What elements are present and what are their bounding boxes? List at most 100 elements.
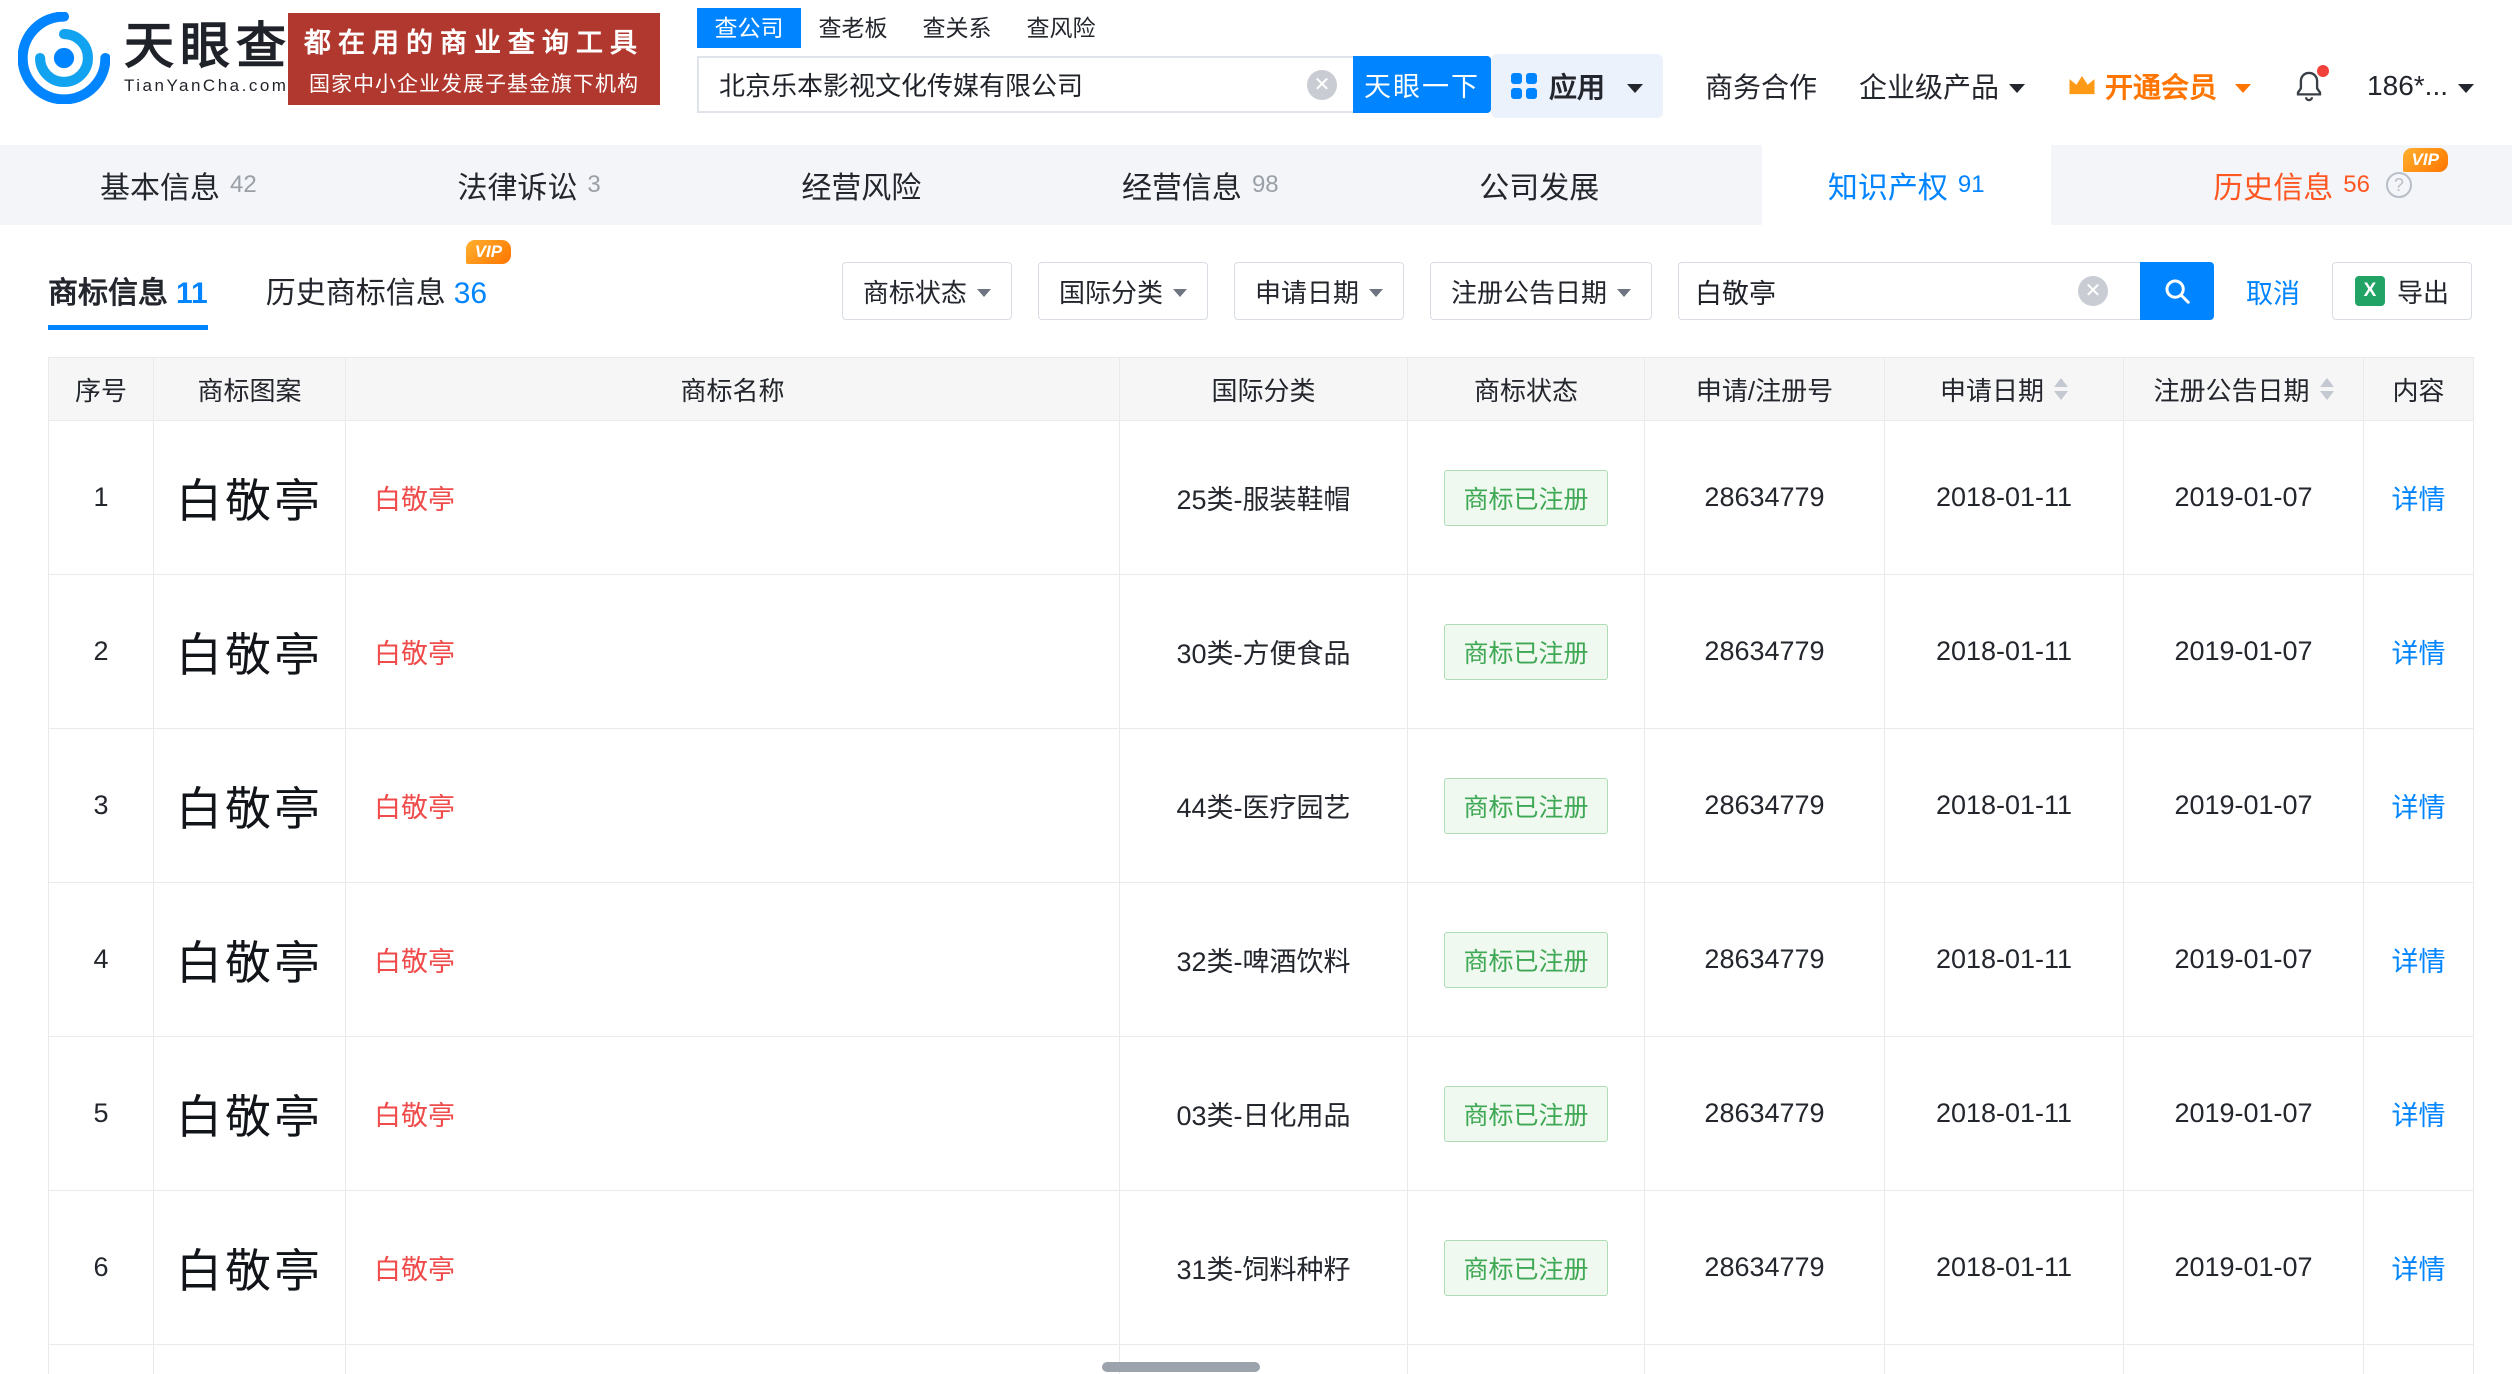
trademark-image[interactable]: 白敬亭 bbox=[154, 421, 346, 575]
nav-tab-label: 经营信息 bbox=[1121, 172, 1242, 205]
status-badge: 商标已注册 bbox=[1444, 777, 1608, 834]
trademark-name: 白敬亭 bbox=[346, 883, 1120, 1037]
apps-button[interactable]: 应用 bbox=[1490, 54, 1663, 118]
announce-date: 2019-01-07 bbox=[2124, 575, 2364, 729]
detail-cell: 详情 bbox=[2364, 1191, 2473, 1345]
detail-link[interactable]: 详情 bbox=[2392, 1094, 2446, 1133]
search-tab-company[interactable]: 查公司 bbox=[697, 8, 801, 48]
trademark-search-button[interactable] bbox=[2139, 262, 2214, 320]
vip-badge: VIP bbox=[465, 240, 512, 265]
sort-icon[interactable] bbox=[2319, 378, 2334, 400]
search-tab-relation[interactable]: 查关系 bbox=[905, 8, 1009, 48]
detail-cell bbox=[2364, 1345, 2473, 1374]
row-index: 2 bbox=[49, 575, 154, 729]
detail-cell: 详情 bbox=[2364, 883, 2473, 1037]
trademark-image[interactable]: 白敬亭 bbox=[154, 575, 346, 729]
search-tab-risk[interactable]: 查风险 bbox=[1009, 8, 1113, 48]
caret-down-icon bbox=[1627, 83, 1643, 93]
sub-tab-trademark-info[interactable]: 商标信息 11 bbox=[48, 252, 208, 330]
nav-tab-operating-risk[interactable]: 经营风险 bbox=[763, 145, 959, 225]
dropdown-apply-date[interactable]: 申请日期 bbox=[1233, 262, 1404, 320]
col-header-apply-date: 申请日期 bbox=[1885, 358, 2124, 421]
banner-line1: 都在用的商业查询工具 bbox=[304, 27, 644, 58]
nav-tab-count: 42 bbox=[230, 171, 257, 198]
trademark-image[interactable]: 白敬亭 bbox=[154, 1037, 346, 1191]
help-icon[interactable]: ? bbox=[2385, 172, 2412, 198]
trademark-search-input[interactable] bbox=[1694, 275, 2078, 307]
status-cell: 商标已注册 bbox=[1408, 1191, 1645, 1345]
business-cooperation-link[interactable]: 商务合作 bbox=[1705, 66, 1817, 106]
apply-date: 2018-01-11 bbox=[1885, 883, 2124, 1037]
row-index: 6 bbox=[49, 1191, 154, 1345]
clear-filter-search-icon[interactable]: ✕ bbox=[2077, 276, 2108, 306]
nav-tab-count: 3 bbox=[587, 171, 601, 198]
detail-link[interactable]: 详情 bbox=[2392, 478, 2446, 517]
dropdown-intl-class[interactable]: 国际分类 bbox=[1037, 262, 1208, 320]
col-header-status: 商标状态 bbox=[1408, 358, 1645, 421]
announce-date bbox=[2124, 1345, 2364, 1374]
nav-tab-company-development[interactable]: 公司发展 bbox=[1441, 145, 1637, 225]
status-cell: 商标已注册 bbox=[1408, 729, 1645, 883]
dropdown-announce-date[interactable]: 注册公告日期 bbox=[1429, 262, 1652, 320]
trademark-name: 白敬亭 bbox=[346, 1037, 1120, 1191]
nav-tab-count: 98 bbox=[1251, 171, 1279, 198]
announce-date: 2019-01-07 bbox=[2124, 421, 2364, 575]
account-phone[interactable]: 186*... bbox=[2367, 70, 2474, 102]
trademark-image[interactable]: 白敬亭 bbox=[154, 1191, 346, 1345]
notification-bell[interactable] bbox=[2293, 65, 2330, 103]
brand-domain: TianYanCha.com bbox=[124, 76, 289, 96]
search-button[interactable]: 天眼一下 bbox=[1353, 56, 1491, 113]
search-tab-boss[interactable]: 查老板 bbox=[801, 8, 905, 48]
table-row: 1 白敬亭 白敬亭 25类-服装鞋帽 商标已注册 28634779 2018-0… bbox=[49, 421, 2473, 575]
dropdown-label: 申请日期 bbox=[1254, 277, 1359, 308]
trademark-name bbox=[346, 1345, 1120, 1374]
status-cell bbox=[1408, 1345, 1645, 1374]
vip-upgrade-link[interactable]: 开通会员 bbox=[2067, 66, 2252, 106]
intl-class: 25类-服装鞋帽 bbox=[1120, 421, 1408, 575]
company-search-input[interactable] bbox=[699, 69, 1307, 100]
brand-name: 天眼查 bbox=[124, 17, 292, 74]
banner-line2: 国家中小企业发展子基金旗下机构 bbox=[309, 72, 639, 96]
nav-tab-legal[interactable]: 法律诉讼 3 bbox=[419, 145, 638, 225]
clear-search-icon[interactable]: ✕ bbox=[1307, 69, 1337, 100]
apply-date: 2018-01-11 bbox=[1885, 1037, 2124, 1191]
trademark-toolbar: 商标信息 11 VIP 历史商标信息 36 商标状态 国际分类 申请日期 注册公告日… bbox=[0, 225, 2512, 357]
sub-tab-history-trademark-info[interactable]: VIP 历史商标信息 36 bbox=[265, 240, 512, 330]
col-header-intl-class: 国际分类 bbox=[1120, 358, 1408, 421]
announce-date: 2019-01-07 bbox=[2124, 883, 2364, 1037]
export-button[interactable]: X 导出 bbox=[2331, 262, 2472, 320]
tianyancha-logo[interactable]: 天眼查 TianYanCha.com bbox=[18, 12, 292, 104]
cancel-link[interactable]: 取消 bbox=[2246, 272, 2300, 311]
horizontal-scrollbar-thumb[interactable] bbox=[1102, 1362, 1260, 1372]
nav-tab-basic-info[interactable]: 基本信息 42 bbox=[62, 145, 295, 225]
nav-tab-operating-info[interactable]: 经营信息 98 bbox=[1084, 145, 1317, 225]
dropdown-trademark-status[interactable]: 商标状态 bbox=[841, 262, 1012, 320]
nav-tab-history-info[interactable]: VIP 历史信息 56 ? bbox=[2175, 145, 2450, 225]
row-index bbox=[49, 1345, 154, 1374]
enterprise-products-link[interactable]: 企业级产品 bbox=[1859, 66, 2026, 106]
detail-link[interactable]: 详情 bbox=[2392, 940, 2446, 979]
sort-icon[interactable] bbox=[2054, 378, 2068, 400]
dropdown-label: 注册公告日期 bbox=[1450, 277, 1607, 308]
dropdown-label: 商标状态 bbox=[862, 277, 967, 308]
detail-link[interactable]: 详情 bbox=[2392, 632, 2446, 671]
apply-date: 2018-01-11 bbox=[1885, 575, 2124, 729]
trademark-name: 白敬亭 bbox=[346, 421, 1120, 575]
registration-number: 28634779 bbox=[1645, 1037, 1885, 1191]
trademark-image[interactable]: 白敬亭 bbox=[154, 729, 346, 883]
row-index: 4 bbox=[49, 883, 154, 1037]
detail-link[interactable]: 详情 bbox=[2392, 1248, 2446, 1287]
sub-tab-label: 商标信息 bbox=[48, 277, 168, 310]
registration-number: 28634779 bbox=[1645, 729, 1885, 883]
sub-tab-count: 36 bbox=[453, 277, 488, 310]
notification-dot bbox=[2317, 65, 2330, 77]
detail-cell: 详情 bbox=[2364, 1037, 2473, 1191]
nav-tab-count: 56 bbox=[2343, 171, 2370, 198]
status-badge: 商标已注册 bbox=[1444, 623, 1608, 680]
table-row: 5 白敬亭 白敬亭 03类-日化用品 商标已注册 28634779 2018-0… bbox=[49, 1037, 2473, 1191]
sub-tab-label: 历史商标信息 bbox=[265, 277, 446, 310]
nav-tab-intellectual-property[interactable]: 知识产权 91 bbox=[1761, 145, 2051, 225]
detail-link[interactable]: 详情 bbox=[2392, 786, 2446, 825]
table-row-partial bbox=[49, 1345, 2473, 1374]
trademark-image[interactable]: 白敬亭 bbox=[154, 883, 346, 1037]
